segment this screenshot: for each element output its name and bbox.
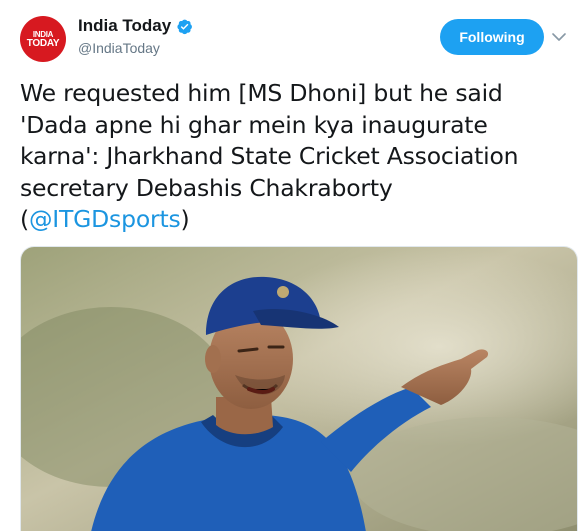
- chevron-down-icon[interactable]: [550, 28, 568, 46]
- avatar[interactable]: INDIA TODAY: [20, 16, 66, 62]
- tweet-header: INDIA TODAY India Today @IndiaToday Foll…: [20, 14, 566, 64]
- verified-badge-icon: [177, 19, 193, 34]
- following-button[interactable]: Following: [440, 19, 544, 55]
- tweet-text-tail: ): [180, 205, 190, 233]
- mention-link[interactable]: @ITGDsports: [29, 205, 181, 233]
- display-name-row: India Today: [78, 16, 193, 36]
- tweet-card: INDIA TODAY India Today @IndiaToday Foll…: [0, 0, 583, 531]
- display-name[interactable]: India Today: [78, 16, 171, 36]
- tweet-photo[interactable]: [20, 246, 578, 531]
- account-handle[interactable]: @IndiaToday: [78, 40, 193, 56]
- photo-illustration: [21, 247, 577, 531]
- avatar-logo-line2: TODAY: [26, 38, 60, 49]
- tweet-text: We requested him [MS Dhoni] but he said …: [20, 78, 565, 236]
- account-names: India Today @IndiaToday: [78, 16, 193, 56]
